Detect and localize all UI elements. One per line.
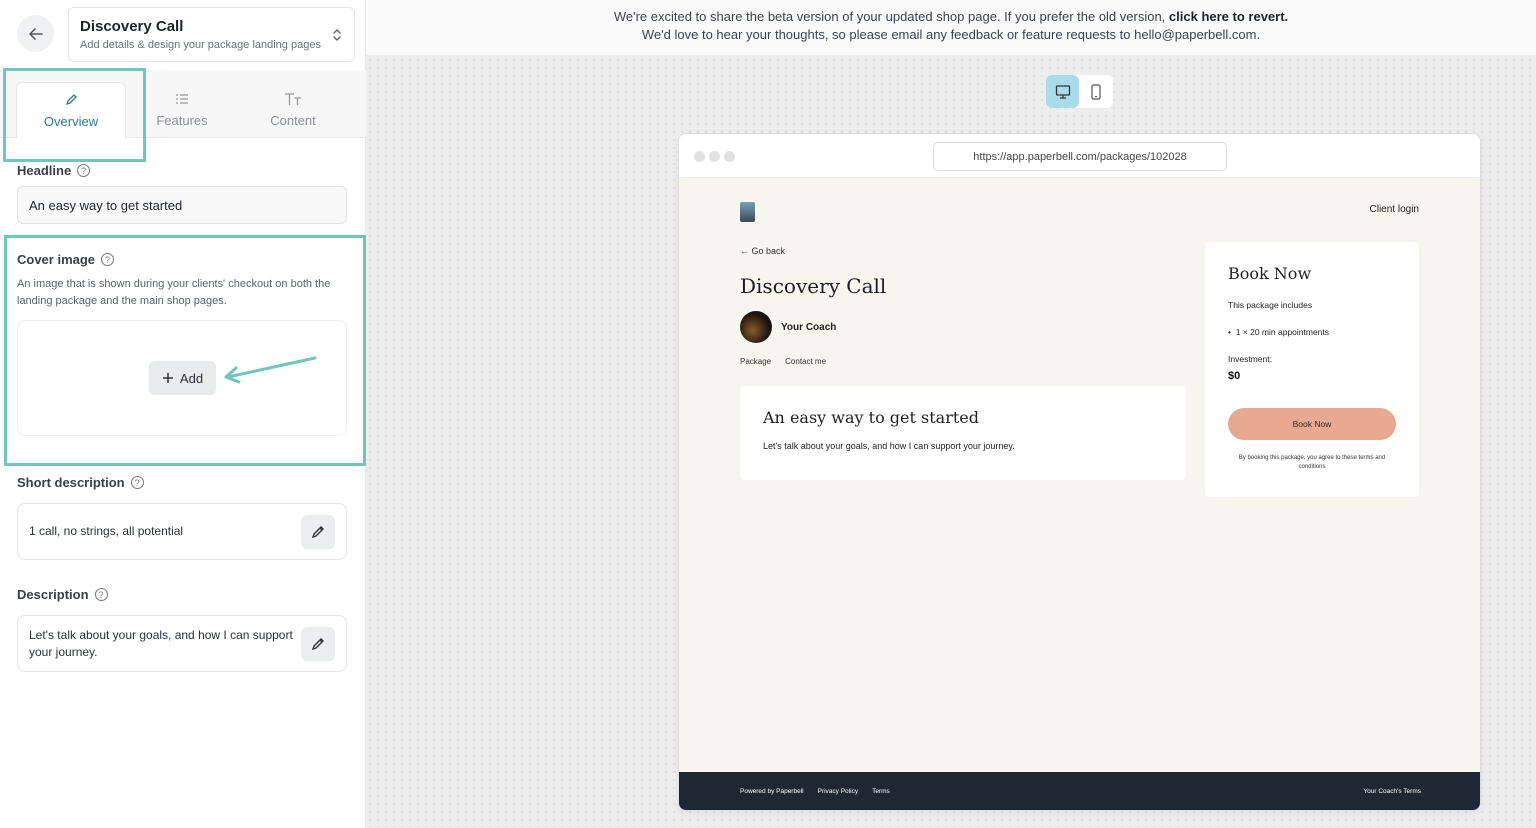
pencil-icon — [311, 638, 324, 651]
mobile-view-button[interactable] — [1079, 75, 1112, 108]
description-label: Description ? — [17, 587, 108, 602]
short-description-label-text: Short description — [17, 475, 125, 490]
revert-link[interactable]: click here to revert. — [1169, 9, 1288, 24]
coach-info: Your Coach — [740, 311, 836, 343]
arrow-annotation-icon — [224, 356, 317, 384]
banner-text-1: We're excited to share the beta version … — [613, 9, 1166, 24]
headline-value: An easy way to get started — [29, 197, 183, 213]
edit-description-button[interactable] — [301, 627, 335, 661]
pencil-icon — [311, 526, 324, 539]
book-title: Book Now — [1228, 264, 1312, 283]
preview-title: Discovery Call — [740, 274, 887, 298]
description-label-text: Description — [17, 587, 89, 602]
includes-label: This package includes — [1228, 300, 1313, 310]
banner-text-2: We'd love to hear your thoughts, so plea… — [641, 27, 1261, 42]
beta-banner: We're excited to share the beta version … — [366, 0, 1536, 55]
book-now-button[interactable]: Book Now — [1228, 408, 1396, 440]
card-title: An easy way to get started — [763, 408, 979, 427]
nav-contact[interactable]: Contact me — [785, 357, 826, 366]
desktop-icon — [1055, 84, 1070, 99]
mobile-icon — [1090, 83, 1101, 100]
cover-image-hint: An image that is shown during your clien… — [17, 278, 331, 307]
tab-content-label: Content — [270, 113, 316, 128]
avatar — [740, 311, 772, 343]
included-item-text: 1 × 20 min appointments — [1235, 327, 1330, 337]
nav-package[interactable]: Package — [740, 357, 771, 366]
terms-text: By booking this package, you agree to th… — [1238, 455, 1386, 470]
included-item: • 1 × 20 min appointments — [1228, 327, 1330, 337]
price: $0 — [1228, 370, 1241, 382]
short-description-value: 1 call, no strings, all potential — [29, 524, 184, 538]
tab-content[interactable]: Content — [238, 82, 348, 138]
short-description-field[interactable]: 1 call, no strings, all potential — [17, 503, 347, 560]
arrow-left-icon — [28, 27, 43, 40]
headline-label: Headline ? — [17, 163, 91, 178]
client-login-link[interactable]: Client login — [1370, 204, 1419, 215]
card-text: Let's talk about your goals, and how I c… — [763, 441, 1015, 451]
browser-chrome: https://app.paperbell.com/packages/10202… — [679, 134, 1480, 178]
desktop-view-button[interactable] — [1046, 75, 1079, 108]
help-icon[interactable]: ? — [101, 253, 115, 266]
footer-powered[interactable]: Powered by Paperbell — [740, 788, 804, 795]
footer-privacy[interactable]: Privacy Policy — [818, 788, 858, 795]
help-icon[interactable]: ? — [77, 164, 91, 177]
site-logo — [740, 202, 755, 222]
text-icon — [285, 93, 301, 105]
device-toggle — [1046, 75, 1113, 108]
back-button[interactable] — [17, 15, 54, 52]
footer-coach-terms[interactable]: Your Coach's Terms — [1363, 788, 1421, 795]
headline-input[interactable]: An easy way to get started — [17, 186, 347, 224]
list-icon — [176, 94, 188, 104]
package-selector[interactable]: Discovery Call Add details & design your… — [68, 7, 355, 62]
description-value: Let's talk about your goals, and how I c… — [29, 627, 293, 659]
plus-icon — [162, 373, 173, 383]
cover-image-label-text: Cover image — [17, 252, 96, 267]
footer-terms[interactable]: Terms — [872, 788, 890, 795]
preview-area: We're excited to share the beta version … — [366, 0, 1536, 828]
url-bar: https://app.paperbell.com/packages/10202… — [933, 142, 1227, 171]
short-description-label: Short description ? — [17, 475, 144, 490]
go-back-link[interactable]: ← Go back — [740, 246, 785, 256]
headline-label-text: Headline — [17, 163, 72, 178]
chevron-updown-icon — [333, 29, 341, 41]
highlight-overview-tab — [3, 68, 146, 162]
preview-subnav: Package Contact me — [740, 357, 826, 366]
preview-footer: Powered by Paperbell Privacy Policy Term… — [679, 772, 1480, 810]
overview-card: An easy way to get started Let's talk ab… — [740, 386, 1186, 480]
browser-preview: https://app.paperbell.com/packages/10202… — [678, 133, 1481, 811]
edit-short-description-button[interactable] — [301, 515, 335, 549]
package-title: Discovery Call — [80, 18, 184, 35]
window-dots — [694, 151, 735, 162]
description-field[interactable]: Let's talk about your goals, and how I c… — [17, 615, 347, 672]
add-label: Add — [179, 370, 204, 386]
editor-panel: Discovery Call Add details & design your… — [0, 0, 366, 828]
help-icon[interactable]: ? — [94, 588, 108, 601]
package-subtitle: Add details & design your package landin… — [80, 39, 321, 51]
booking-card: Book Now This package includes • 1 × 20 … — [1205, 242, 1419, 497]
tab-features-label: Features — [156, 113, 208, 128]
add-cover-button[interactable]: Add — [149, 361, 216, 395]
help-icon[interactable]: ? — [130, 476, 144, 489]
cover-image-label: Cover image ? — [17, 252, 115, 267]
investment-label: Investment: — [1228, 354, 1272, 364]
coach-name: Your Coach — [781, 321, 837, 333]
